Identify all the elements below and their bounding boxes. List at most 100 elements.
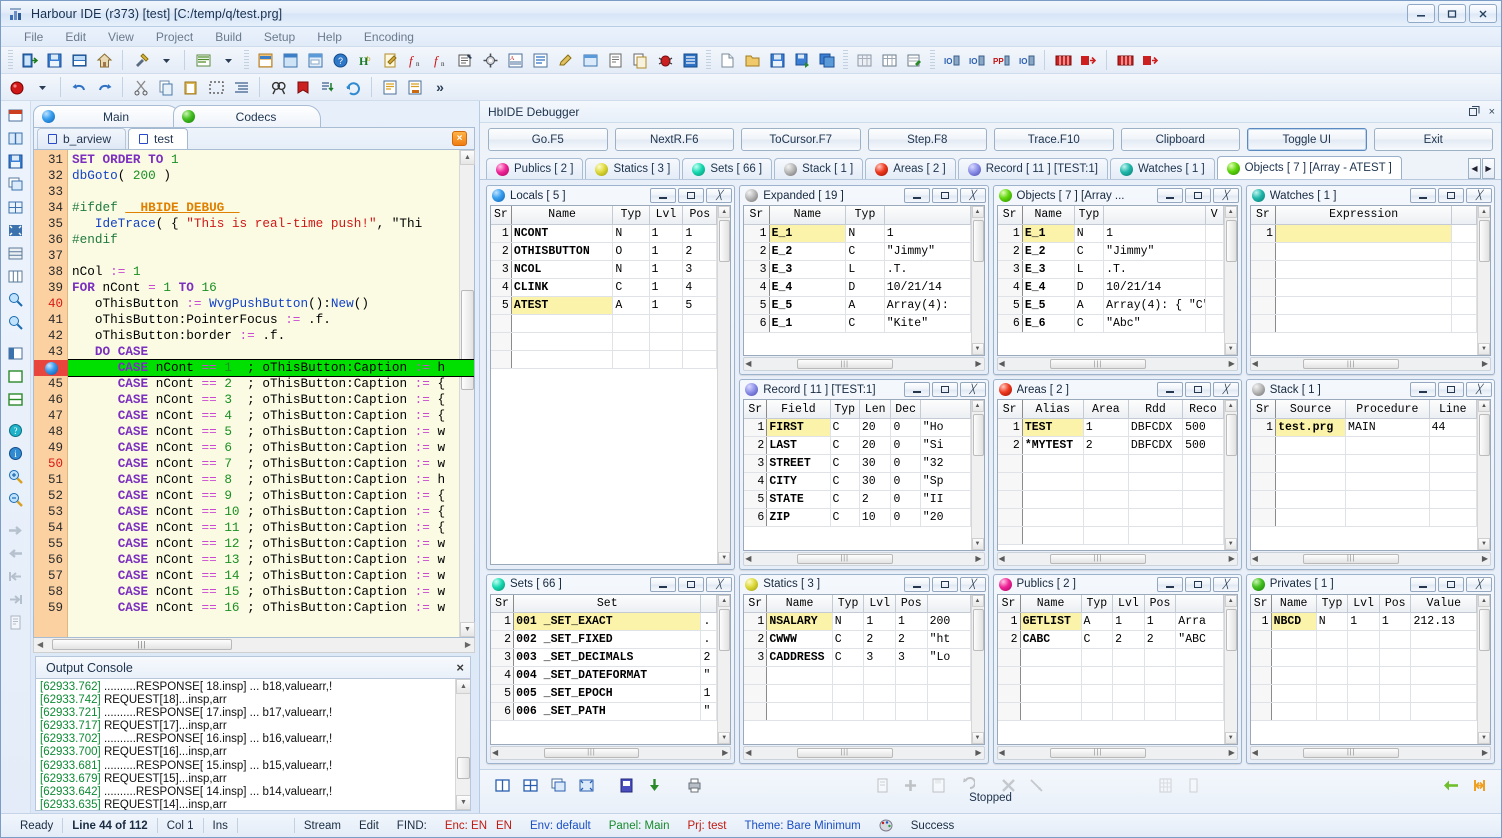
table-cell[interactable]: test.prg <box>1275 418 1347 437</box>
grid-column-header[interactable]: Sr <box>744 594 768 614</box>
table-cell[interactable]: NCOL <box>511 260 614 279</box>
table-cell[interactable]: 2 <box>682 242 718 261</box>
grid-hscroll-right-icon[interactable]: ▶ <box>975 748 981 757</box>
table-cell[interactable]: E_2 <box>769 242 847 261</box>
table-cell[interactable]: C <box>612 278 650 297</box>
grid-scroll-down-icon[interactable]: ▼ <box>971 537 984 550</box>
table-cell[interactable] <box>1205 224 1224 243</box>
table-row-empty[interactable] <box>1250 648 1477 668</box>
grid-scroll-thumb[interactable] <box>1225 220 1237 262</box>
table-cell[interactable]: 200 <box>927 612 971 632</box>
table-cell[interactable]: 5 <box>682 296 718 315</box>
toolbar-grip-4[interactable] <box>843 50 848 70</box>
debugger-tab-stack[interactable]: Stack [ 1 ] <box>774 158 864 179</box>
table-cell[interactable]: 2 <box>997 242 1023 261</box>
code-line[interactable]: CASE nCont == 4 ; oThisButton:Caption :=… <box>68 408 474 424</box>
table-cell[interactable]: 1 <box>744 224 770 243</box>
code-line[interactable] <box>68 184 474 200</box>
maximize-window-button[interactable] <box>1184 382 1211 398</box>
ppo-icon[interactable]: PP <box>989 49 1013 72</box>
grid-hscroll-right-icon[interactable]: ▶ <box>975 359 981 368</box>
build-icon[interactable] <box>129 49 153 72</box>
grid-column-header[interactable]: Sr <box>1250 594 1272 614</box>
table-row-empty[interactable] <box>1250 508 1477 527</box>
table-cell[interactable] <box>1275 224 1453 243</box>
toolbar-grip-3[interactable] <box>706 50 711 70</box>
table-row-empty[interactable] <box>997 454 1224 473</box>
editor-horizontal-scrollbar[interactable]: ||| ◀ ▶ <box>33 638 475 653</box>
table-cell[interactable] <box>1205 278 1224 297</box>
table-cell[interactable]: 6 <box>744 508 768 527</box>
table-cell[interactable]: CABC <box>1020 630 1082 650</box>
table-row[interactable]: 3 E_3 L .T. <box>744 260 971 279</box>
step-button[interactable]: Step.F8 <box>867 128 987 151</box>
red-arrow-icon[interactable] <box>1076 49 1100 72</box>
panel-tab-main[interactable]: Main <box>33 105 181 127</box>
minimize-window-button[interactable] <box>1156 576 1183 592</box>
grid-hscroll-thumb[interactable]: ||| <box>1050 553 1146 564</box>
info-icon[interactable]: ? <box>4 419 28 441</box>
minimize-button[interactable] <box>1407 4 1435 23</box>
table-cell[interactable]: E_4 <box>1022 278 1075 297</box>
table-row[interactable]: 1 E_1 N 1 <box>744 224 971 243</box>
debugger-window-objects[interactable]: Objects [ 7 ] [Array ... ╳ Sr Name Typ V 1 E_1 N… <box>992 185 1242 376</box>
save-icon[interactable] <box>42 49 66 72</box>
grid-column-header[interactable] <box>884 206 971 225</box>
table-cell[interactable]: Arra <box>1175 612 1224 632</box>
panel-toggle-icon[interactable] <box>4 104 28 126</box>
table-row[interactable]: 3 003 _SET_DECIMALS 2 <box>491 648 718 668</box>
table-cell[interactable]: 1 <box>1083 418 1129 437</box>
grid-hscroll-left-icon[interactable]: ◀ <box>1252 748 1258 757</box>
window-icon[interactable] <box>578 49 602 72</box>
grid-scroll-up-icon[interactable]: ▲ <box>1478 400 1490 413</box>
file-tab-b_arview[interactable]: b_arview <box>37 128 127 149</box>
table-row[interactable]: 1 E_1 N 1 <box>997 224 1224 243</box>
table-cell[interactable]: 1 <box>997 224 1023 243</box>
table-cell[interactable]: OTHISBUTTON <box>511 242 614 261</box>
table-row[interactable]: 5 STATE C 2 0 "II <box>744 490 971 509</box>
table-cell[interactable]: MAIN <box>1345 418 1430 437</box>
table-cell[interactable]: 1 <box>863 612 896 632</box>
debugger-tab-watches[interactable]: Watches [ 1 ] <box>1109 158 1215 179</box>
debugger-window-watches[interactable]: Watches [ 1 ] ╳ Sr Expression 1 ▲ ▼ ◀ ||| ▶ <box>1245 185 1495 376</box>
grid-column-header[interactable]: Field <box>766 400 831 419</box>
minimize-window-button[interactable] <box>1410 382 1436 398</box>
table-cell[interactable]: 1 <box>997 418 1023 437</box>
table-row[interactable]: 3 CADDRESS C 3 3 "Lo <box>744 648 971 668</box>
maximize-window-button[interactable] <box>1438 576 1464 592</box>
debugger-tab-statics[interactable]: Statics [ 3 ] <box>585 158 681 179</box>
status-encoding[interactable]: Enc: EN <box>436 820 496 832</box>
list-doc-icon[interactable] <box>528 49 552 72</box>
breakpoint-marker[interactable] <box>34 360 68 376</box>
toolbar-grip-5[interactable] <box>930 50 935 70</box>
table-cell[interactable]: 20 <box>859 418 892 437</box>
run-dropdown-icon[interactable] <box>216 49 240 72</box>
red-arrow2-icon[interactable] <box>1138 49 1162 72</box>
minimize-window-button[interactable] <box>1156 188 1183 203</box>
run-icon[interactable] <box>191 49 215 72</box>
grid-column-header[interactable]: Typ <box>1316 594 1349 614</box>
status-project[interactable]: Prj: test <box>678 820 735 832</box>
function2-icon[interactable]: fn <box>428 49 452 72</box>
table-row-empty[interactable] <box>1250 702 1477 722</box>
menu-setup[interactable]: Setup <box>253 28 306 46</box>
grid-scroll-down-icon[interactable]: ▼ <box>1224 731 1237 744</box>
close-window-button[interactable]: ╳ <box>959 382 986 398</box>
grid-scroll-thumb[interactable] <box>1225 608 1237 651</box>
table-cell[interactable]: C <box>830 454 860 473</box>
table-cell[interactable]: 1 <box>744 612 768 632</box>
maximize-window-button[interactable] <box>1438 382 1464 398</box>
grid-scroll-up-icon[interactable]: ▲ <box>1224 400 1237 413</box>
table-cell[interactable]: "Abc" <box>1103 314 1206 333</box>
copy-icon[interactable] <box>154 76 178 99</box>
edit-table-icon[interactable] <box>902 49 926 72</box>
grid-scroll-thumb[interactable] <box>1479 220 1490 262</box>
table-cell[interactable]: 500 <box>1182 436 1224 455</box>
code-line[interactable]: DO CASE <box>68 344 474 360</box>
table-cell[interactable]: 4 <box>744 278 770 297</box>
grid-vertical-scrollbar[interactable]: ▲ ▼ <box>1223 400 1237 550</box>
toolbar-grip-2[interactable] <box>244 50 249 70</box>
grid-vertical-scrollbar[interactable]: ▲ ▼ <box>717 206 731 564</box>
grid-hscroll-left-icon[interactable]: ◀ <box>745 554 751 563</box>
hscroll-right-arrow-icon[interactable]: ▶ <box>465 640 471 649</box>
